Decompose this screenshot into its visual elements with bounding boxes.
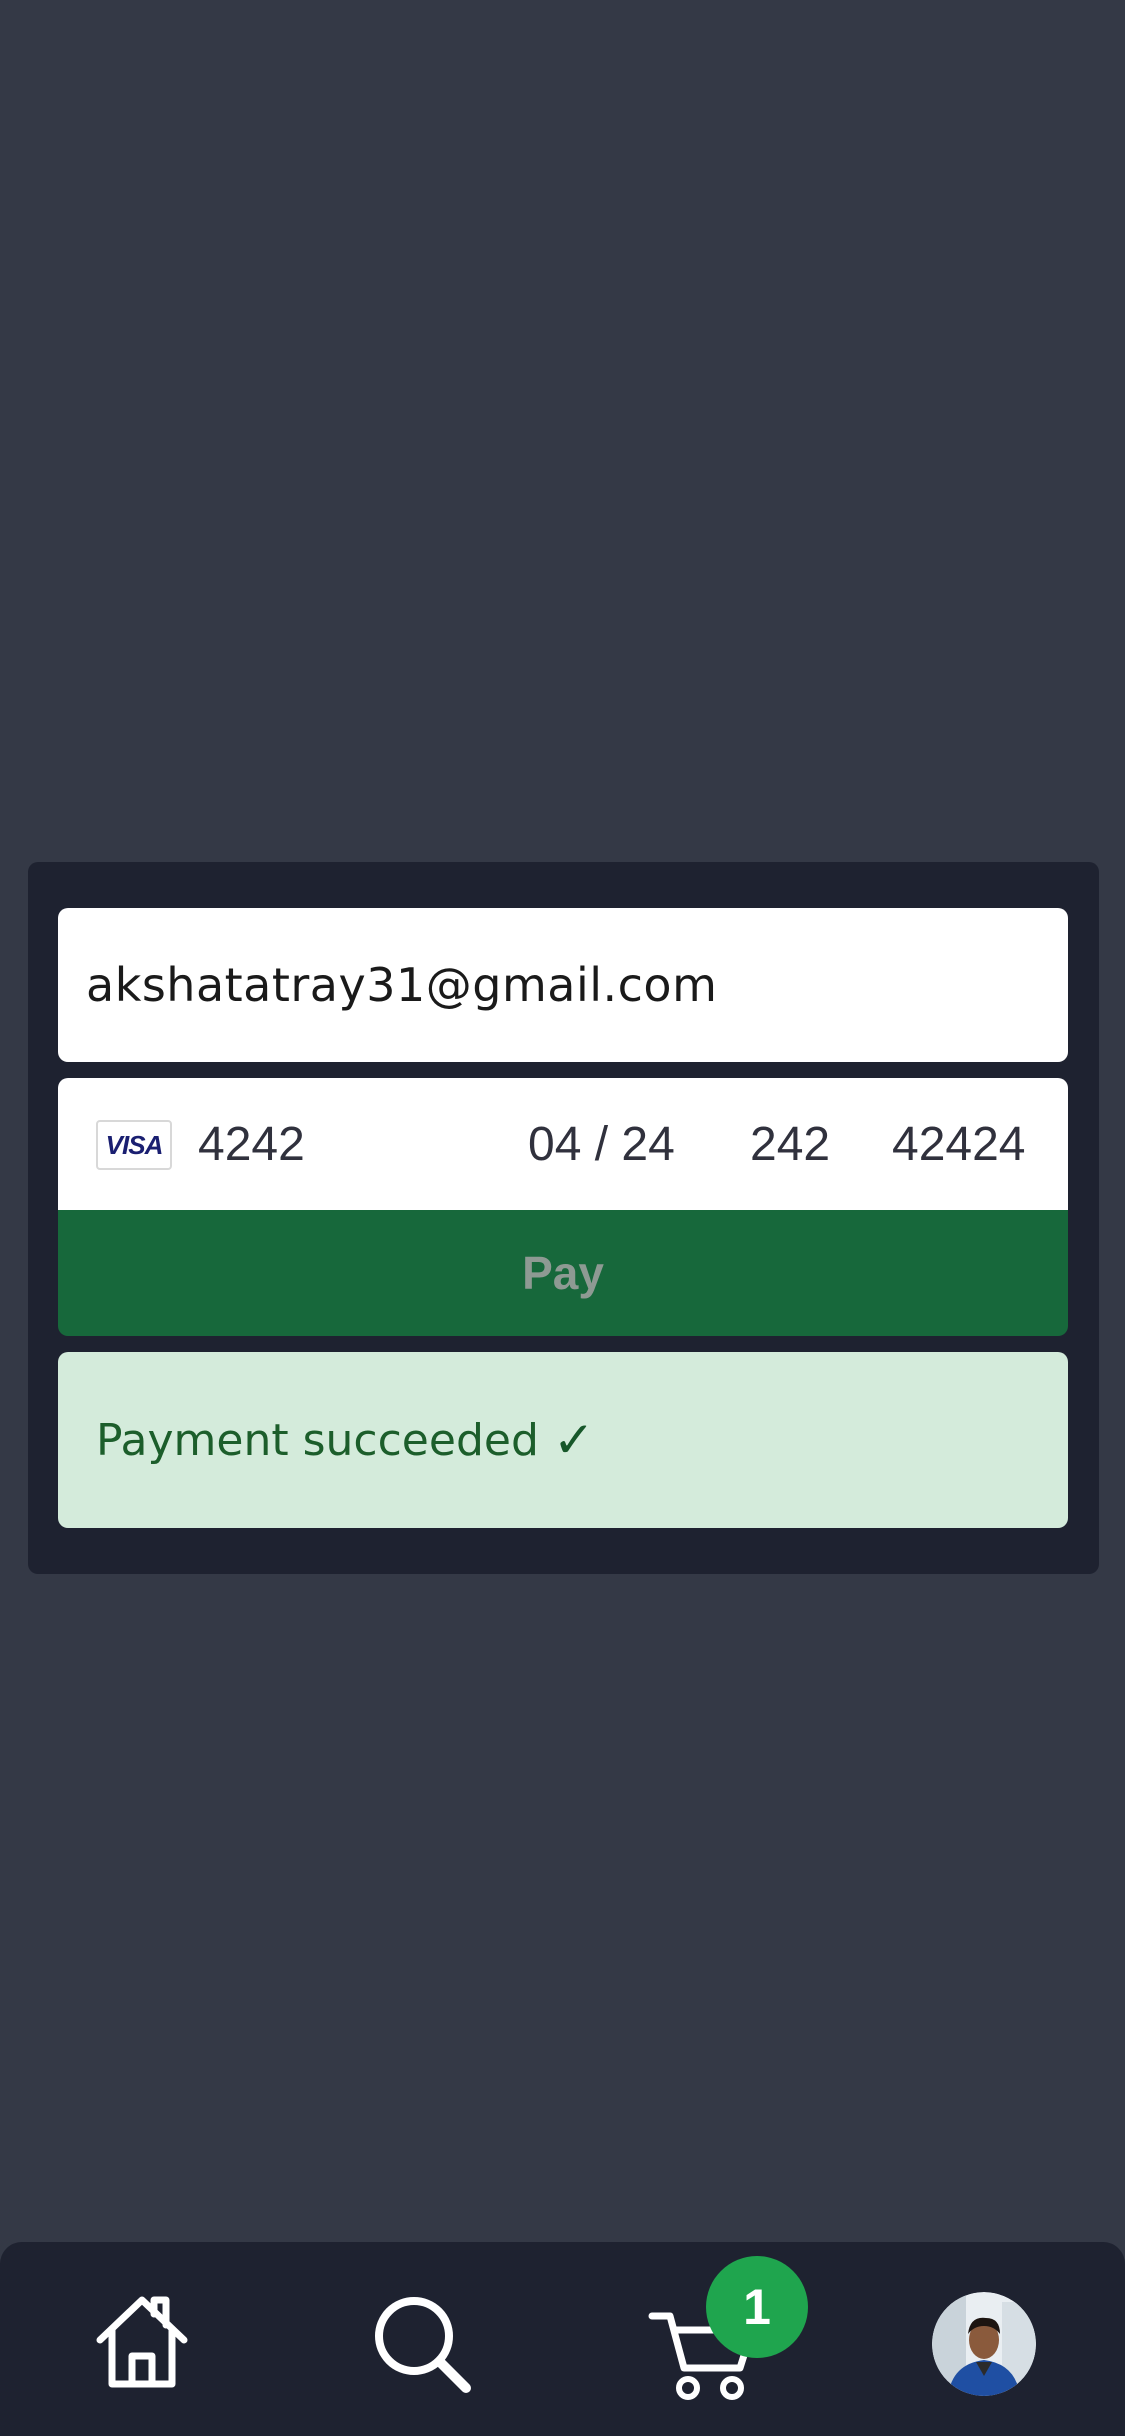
- pay-button[interactable]: Pay: [58, 1210, 1068, 1336]
- email-field[interactable]: akshatatray31@gmail.com: [58, 908, 1068, 1062]
- visa-card-icon: VISA: [96, 1120, 172, 1170]
- card-expiry-input[interactable]: 04 / 24: [528, 1078, 675, 1210]
- payment-status-text: Payment succeeded: [96, 1414, 539, 1466]
- card-zip-input[interactable]: 42424: [892, 1078, 1025, 1210]
- card-number-input[interactable]: 4242: [198, 1078, 305, 1210]
- avatar[interactable]: [932, 2292, 1036, 2396]
- bottom-tab-bar: 1: [0, 2242, 1125, 2436]
- payment-status-message: Payment succeeded ✓: [58, 1352, 1068, 1528]
- search-icon[interactable]: [368, 2290, 478, 2400]
- payment-form: akshatatray31@gmail.com VISA 4242 04 / 2…: [28, 862, 1099, 1574]
- cart-count-badge: 1: [706, 2256, 808, 2358]
- home-icon[interactable]: [92, 2292, 192, 2392]
- checkmark-icon: ✓: [552, 1411, 595, 1469]
- card-cvc-input[interactable]: 242: [750, 1078, 830, 1210]
- card-details-field[interactable]: VISA 4242 04 / 24 242 42424: [58, 1078, 1068, 1210]
